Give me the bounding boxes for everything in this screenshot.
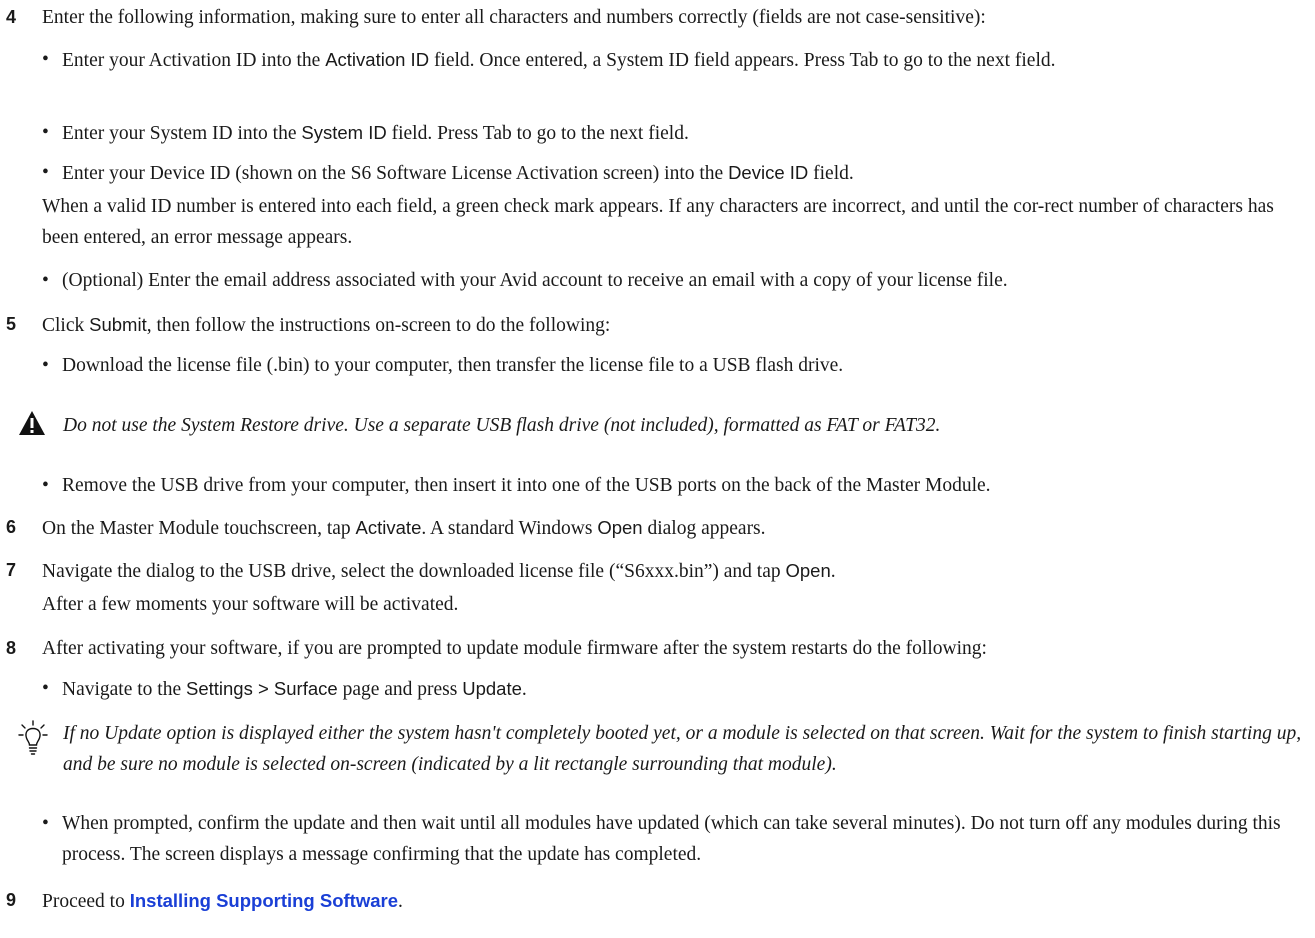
step-text: Enter the following information, making … — [42, 7, 986, 28]
ui-term: Open — [785, 560, 831, 581]
bullet-icon: • — [42, 270, 49, 291]
step-text: Proceed to Installing Supporting Softwar… — [42, 890, 403, 912]
bullet-text: Enter your Device ID (shown on the S6 So… — [62, 162, 854, 184]
step-number: 6 — [6, 517, 17, 537]
warning-text: Do not use the System Restore drive. Use… — [63, 415, 941, 436]
bullet-text: Enter your System ID into the System ID … — [62, 122, 689, 144]
installing-supporting-software-link[interactable]: Installing Supporting Software — [130, 890, 398, 911]
bullet-icon: • — [42, 162, 49, 183]
bullet-icon: • — [42, 49, 49, 70]
step-number: 5 — [6, 314, 17, 334]
lightbulb-icon — [18, 720, 48, 768]
step-text: After activating your software, if you a… — [42, 638, 987, 659]
ui-term: Submit — [89, 314, 147, 335]
step-number: 9 — [6, 890, 17, 910]
ui-term: System ID — [301, 122, 387, 143]
ui-term: Open — [597, 517, 643, 538]
step-text: Click Submit, then follow the instructio… — [42, 314, 611, 336]
step-number: 8 — [6, 638, 17, 658]
bullet-icon: • — [42, 122, 49, 143]
ui-term: Settings > Surface — [186, 678, 338, 699]
paragraph: When a valid ID number is entered into e… — [42, 196, 1274, 248]
ui-term: Activation ID — [325, 49, 430, 70]
bullet-text: Remove the USB drive from your computer,… — [62, 475, 991, 496]
ui-term: Device ID — [728, 162, 809, 183]
bullet-icon: • — [42, 678, 49, 699]
bullet-icon: • — [42, 475, 49, 496]
step-text: Navigate the dialog to the USB drive, se… — [42, 560, 836, 582]
bullet-text: (Optional) Enter the email address assoc… — [62, 270, 1008, 291]
paragraph: After a few moments your software will b… — [42, 594, 459, 615]
bullet-text: When prompted, confirm the update and th… — [62, 813, 1281, 865]
warning-triangle-icon — [18, 410, 46, 446]
ui-term: Activate — [355, 517, 422, 538]
tip-text: If no Update option is displayed either … — [63, 723, 1302, 775]
bullet-text: Navigate to the Settings > Surface page … — [62, 678, 527, 700]
step-text: On the Master Module touchscreen, tap Ac… — [42, 517, 766, 539]
ui-term: Update — [462, 678, 522, 699]
bullet-icon: • — [42, 355, 49, 376]
step-number: 4 — [6, 7, 17, 27]
bullet-text: Download the license file (.bin) to your… — [62, 355, 844, 376]
bullet-icon: • — [42, 813, 49, 834]
bullet-text: Enter your Activation ID into the Activa… — [62, 49, 1056, 71]
step-number: 7 — [6, 560, 17, 580]
document-page: 4 Enter the following information, makin… — [0, 0, 1315, 938]
